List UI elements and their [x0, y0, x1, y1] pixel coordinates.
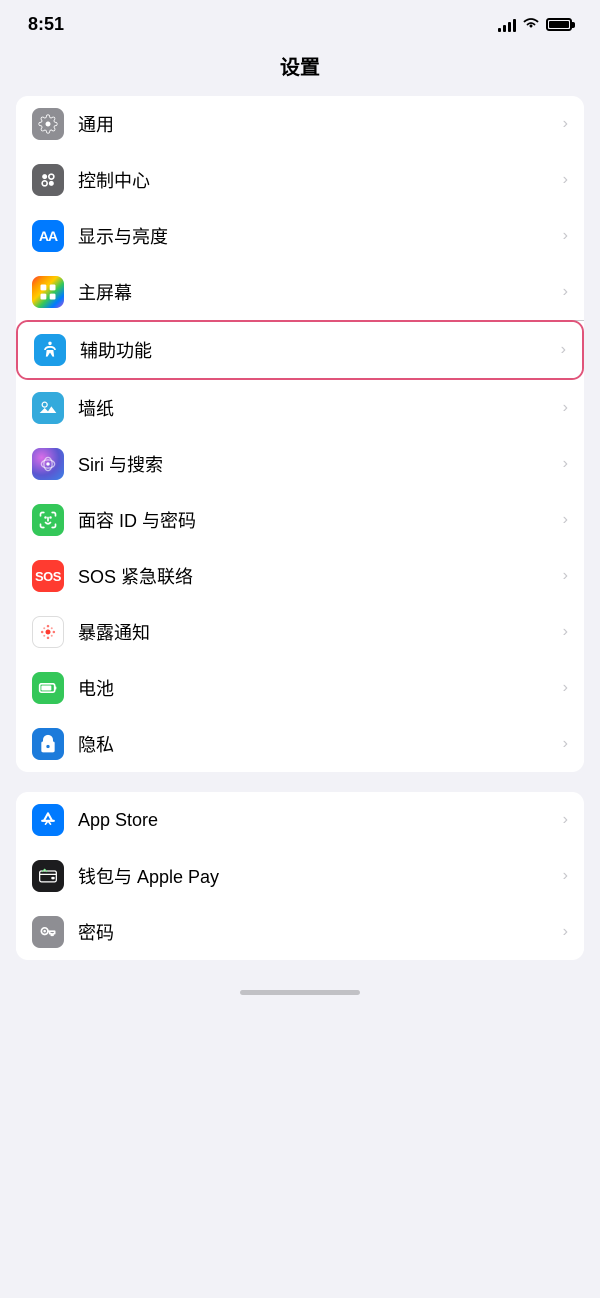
- control-center-chevron: ›: [563, 171, 568, 189]
- wallet-icon: [32, 860, 64, 892]
- control-center-label: 控制中心: [78, 167, 563, 193]
- battery-icon: [546, 18, 572, 31]
- home-screen-icon: [32, 276, 64, 308]
- passwords-label: 密码: [78, 919, 563, 945]
- wallpaper-chevron: ›: [563, 399, 568, 417]
- app-store-chevron: ›: [563, 811, 568, 829]
- passwords-chevron: ›: [563, 923, 568, 941]
- home-screen-label: 主屏幕: [78, 279, 563, 305]
- wallet-chevron: ›: [563, 867, 568, 885]
- siri-label: Siri 与搜索: [78, 451, 563, 477]
- status-bar: 8:51: [0, 0, 600, 43]
- settings-item-siri[interactable]: Siri 与搜索 ›: [16, 436, 584, 492]
- siri-icon: [32, 448, 64, 480]
- settings-item-sos[interactable]: SOS SOS 紧急联络 ›: [16, 548, 584, 604]
- accessibility-icon: [34, 334, 66, 366]
- home-screen-chevron: ›: [563, 283, 568, 301]
- display-chevron: ›: [563, 227, 568, 245]
- accessibility-label: 辅助功能: [80, 337, 561, 363]
- face-id-label: 面容 ID 与密码: [78, 507, 563, 533]
- settings-item-app-store[interactable]: App Store ›: [16, 792, 584, 848]
- passwords-icon: [32, 916, 64, 948]
- sos-label: SOS 紧急联络: [78, 563, 563, 589]
- exposure-chevron: ›: [563, 623, 568, 641]
- accessibility-chevron: ›: [561, 341, 566, 359]
- wallpaper-icon: [32, 392, 64, 424]
- settings-item-home-screen[interactable]: 主屏幕 ›: [16, 264, 584, 320]
- general-chevron: ›: [563, 115, 568, 133]
- sos-chevron: ›: [563, 567, 568, 585]
- wallet-label: 钱包与 Apple Pay: [78, 863, 563, 889]
- general-label: 通用: [78, 111, 563, 137]
- settings-item-passwords[interactable]: 密码 ›: [16, 904, 584, 960]
- privacy-label: 隐私: [78, 731, 563, 757]
- home-indicator: [0, 980, 600, 1015]
- status-icons: [498, 16, 572, 33]
- battery-chevron: ›: [563, 679, 568, 697]
- settings-item-wallpaper[interactable]: 墙纸 ›: [16, 380, 584, 436]
- signal-icon: [498, 18, 516, 32]
- privacy-icon: [32, 728, 64, 760]
- settings-section-1: 通用 › 控制中心 › AA 显示与亮度 ›: [16, 96, 584, 772]
- exposure-icon: [32, 616, 64, 648]
- settings-item-privacy[interactable]: 隐私 ›: [16, 716, 584, 772]
- time-display: 8:51: [28, 14, 64, 35]
- app-store-icon: [32, 804, 64, 836]
- exposure-label: 暴露通知: [78, 619, 563, 645]
- settings-item-display[interactable]: AA 显示与亮度 ›: [16, 208, 584, 264]
- privacy-chevron: ›: [563, 735, 568, 753]
- battery-setting-icon: [32, 672, 64, 704]
- app-store-label: App Store: [78, 810, 563, 831]
- settings-item-exposure[interactable]: 暴露通知 ›: [16, 604, 584, 660]
- display-icon: AA: [32, 220, 64, 252]
- settings-section-2: App Store › 钱包与 Apple Pay › 密码 ›: [16, 792, 584, 960]
- settings-item-control-center[interactable]: 控制中心 ›: [16, 152, 584, 208]
- settings-item-wallet[interactable]: 钱包与 Apple Pay ›: [16, 848, 584, 904]
- control-center-icon: [32, 164, 64, 196]
- page-title: 设置: [0, 43, 600, 96]
- settings-item-face-id[interactable]: 面容 ID 与密码 ›: [16, 492, 584, 548]
- wifi-icon: [522, 16, 540, 33]
- sos-icon: SOS: [32, 560, 64, 592]
- face-id-chevron: ›: [563, 511, 568, 529]
- display-label: 显示与亮度: [78, 223, 563, 249]
- battery-label: 电池: [78, 675, 563, 701]
- wallpaper-label: 墙纸: [78, 395, 563, 421]
- settings-item-accessibility[interactable]: 辅助功能 ›: [18, 322, 582, 378]
- settings-item-battery[interactable]: 电池 ›: [16, 660, 584, 716]
- settings-item-general[interactable]: 通用 ›: [16, 96, 584, 152]
- face-id-icon: [32, 504, 64, 536]
- siri-chevron: ›: [563, 455, 568, 473]
- general-icon: [32, 108, 64, 140]
